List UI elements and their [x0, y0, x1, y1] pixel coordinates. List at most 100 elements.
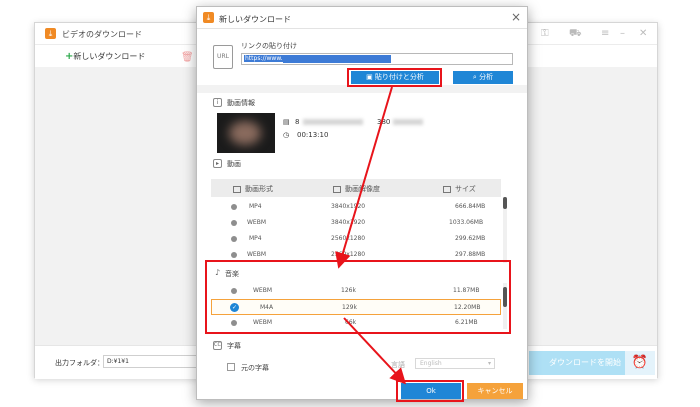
check-selected-icon[interactable]: ✓: [230, 303, 239, 312]
music-note-icon: ♪: [214, 268, 221, 277]
url-selection-highlight: [282, 54, 391, 63]
audio-bitrate: 129k: [342, 304, 357, 311]
radio-unselected[interactable]: [231, 220, 237, 226]
video-section-label: 動画: [227, 160, 241, 168]
video-size: 299.62MB: [455, 235, 486, 242]
audio-list-scrollbar[interactable]: [503, 283, 507, 329]
new-download-dialog: ⤓ 新しいダウンロード × URL リンクの貼り付け https://www. …: [196, 6, 528, 400]
video-meta-blurred: [393, 119, 423, 125]
new-download-button[interactable]: +新しいダウンロード: [65, 51, 145, 62]
video-section-icon: ▸: [213, 159, 222, 168]
audio-row-selected[interactable]: ✓ M4A 129k 12.20MB: [211, 299, 501, 315]
video-scroll-thumb[interactable]: [503, 197, 507, 209]
audio-size: 6.21MB: [455, 319, 478, 326]
size-column-label: サイズ: [455, 185, 476, 193]
subtitle-section-label: 字幕: [227, 342, 241, 350]
resolution-column-label: 動画解像度: [345, 185, 380, 193]
main-window-title: ビデオのダウンロード: [62, 30, 142, 39]
alarm-clock-icon[interactable]: ⏰: [625, 351, 655, 375]
audio-format: M4A: [260, 304, 274, 311]
resolution-column-icon: [333, 185, 341, 193]
paste-clipboard-icon: ▣: [366, 73, 375, 81]
minimize-icon[interactable]: –: [620, 28, 625, 39]
video-title-blurred: [303, 119, 363, 125]
paste-and-analyze-button[interactable]: ▣ 貼り付けと分析: [351, 71, 439, 84]
video-duration: 00:13:10: [297, 131, 329, 139]
audio-format: WEBM: [253, 319, 273, 326]
video-format: MP4: [249, 203, 262, 210]
video-size: 666.84MB: [455, 203, 486, 210]
section-separator: [197, 85, 527, 93]
new-download-label: 新しいダウンロード: [73, 52, 146, 61]
video-title-prefix: 8: [295, 118, 300, 126]
ok-button[interactable]: Ok: [401, 383, 461, 399]
link-paste-label: リンクの貼り付け: [241, 42, 297, 50]
original-subtitle-label: 元の字幕: [241, 364, 269, 372]
chevron-down-icon: ▾: [487, 360, 491, 367]
audio-size: 12.20MB: [454, 304, 481, 311]
video-thumbnail: [217, 113, 275, 153]
video-meta-partial: 380: [377, 118, 391, 126]
cancel-button[interactable]: キャンセル: [467, 383, 523, 399]
audio-size: 11.87MB: [453, 287, 480, 294]
video-info-label: 動画情報: [227, 99, 255, 107]
video-row[interactable]: WEBM 3840x1920 1033.06MB: [211, 215, 501, 231]
info-icon: i: [213, 98, 222, 107]
language-value: English: [420, 360, 442, 367]
video-size: 1033.06MB: [449, 219, 484, 226]
radio-unselected[interactable]: [231, 252, 237, 258]
dialog-titlebar: ⤓ 新しいダウンロード ×: [197, 7, 527, 29]
radio-unselected[interactable]: [231, 204, 237, 210]
output-folder-field[interactable]: D:¥1¥1: [103, 355, 198, 368]
audio-row[interactable]: WEBM 126k 11.87MB: [211, 283, 501, 299]
key-icon[interactable]: ⚿: [541, 28, 549, 39]
radio-unselected[interactable]: [231, 236, 237, 242]
video-table-header: 動画形式 動画解像度 サイズ: [211, 179, 501, 197]
radio-unselected[interactable]: [231, 320, 237, 326]
audio-scroll-thumb[interactable]: [503, 287, 507, 307]
video-list-scrollbar[interactable]: [503, 197, 507, 263]
size-column-header: サイズ: [443, 184, 476, 194]
menu-icon[interactable]: ≡: [601, 28, 609, 39]
video-resolution: 2560x1280: [331, 251, 366, 258]
app-logo-icon: ⤓: [45, 28, 56, 39]
video-row[interactable]: MP4 3840x1920 666.84MB: [211, 199, 501, 215]
file-icon: ▤: [283, 118, 290, 126]
audio-bitrate: 126k: [341, 287, 356, 294]
output-folder-label: 出力フォルダ：: [55, 359, 104, 367]
url-input[interactable]: https://www.: [241, 53, 513, 65]
analyze-label: 分析: [479, 73, 494, 81]
size-column-icon: [443, 185, 451, 193]
radio-unselected[interactable]: [231, 288, 237, 294]
audio-format: WEBM: [253, 287, 273, 294]
video-format: WEBM: [247, 219, 267, 226]
start-download-button[interactable]: ダウンロードを開始: [529, 351, 625, 375]
video-format: MP4: [249, 235, 262, 242]
language-select[interactable]: English ▾: [415, 358, 495, 369]
clock-icon: ◷: [283, 131, 290, 139]
analyze-button[interactable]: ⌕ 分析: [453, 71, 513, 84]
video-resolution: 3840x1920: [331, 219, 366, 226]
audio-row[interactable]: WEBM 66k 6.21MB: [211, 315, 501, 331]
video-resolution: 2560x1280: [331, 235, 366, 242]
dialog-title: 新しいダウンロード: [219, 15, 291, 24]
format-column-header: 動画形式: [233, 184, 273, 194]
video-row[interactable]: WEBM 2560x1280 297.88MB: [211, 247, 501, 263]
original-subtitle-checkbox[interactable]: [227, 363, 235, 371]
url-text: https://www.: [244, 55, 284, 62]
dialog-logo-icon: ⤓: [203, 12, 214, 23]
dialog-close-icon[interactable]: ×: [511, 10, 521, 24]
paste-and-analyze-label: 貼り付けと分析: [374, 73, 424, 81]
language-label: 言語: [391, 361, 405, 369]
resolution-column-header: 動画解像度: [333, 184, 380, 194]
audio-section-label: 音楽: [225, 270, 239, 278]
format-column-icon: [233, 185, 241, 193]
close-main-icon[interactable]: ✕: [639, 28, 647, 39]
link-document-icon: URL: [213, 45, 233, 69]
cart-icon[interactable]: ⛟: [569, 28, 582, 39]
video-row[interactable]: MP4 2560x1280 299.62MB: [211, 231, 501, 247]
audio-bitrate: 66k: [345, 319, 357, 326]
video-size: 297.88MB: [455, 251, 486, 258]
video-format: WEBM: [247, 251, 267, 258]
trash-icon[interactable]: 🗑: [181, 52, 194, 63]
